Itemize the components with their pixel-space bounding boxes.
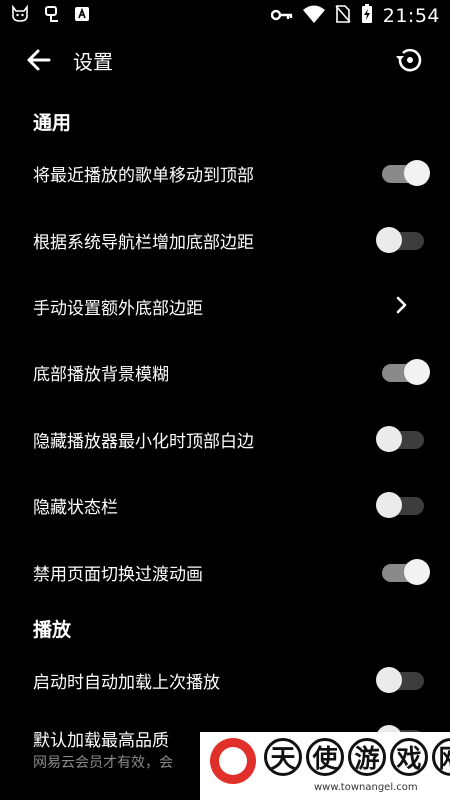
toggle-switch[interactable] [382,160,430,186]
setting-hide-player-white-edge[interactable]: 隐藏播放器最小化时顶部白边 [0,409,450,469]
restore-icon [394,48,426,80]
arrow-left-icon [24,49,54,78]
setting-label: 根据系统导航栏增加底部边距 [33,233,254,253]
setting-label: 手动设置额外底部边距 [33,299,203,319]
clock-time: 21:54 [382,5,440,27]
watermark-char: 网 [432,738,450,776]
toggle-thumb [376,667,402,693]
watermark-logo: 天 使 游 戏 网 www.townangel.com [200,732,450,800]
cat-icon [10,4,30,28]
restore-settings-button[interactable] [394,44,426,76]
watermark-char: 使 [306,738,344,776]
chevron-right-icon [394,294,410,316]
toggle-switch[interactable] [376,227,424,253]
wifi-icon [302,5,325,27]
setting-bottom-player-blur[interactable]: 底部播放背景模糊 [0,342,450,402]
watermark-char: 游 [348,738,386,776]
text-a-icon [74,6,90,26]
toggle-switch[interactable] [376,426,424,452]
toggle-thumb [404,559,430,585]
back-button[interactable] [24,46,54,74]
app-bar: 设置 [0,34,450,86]
toggle-switch[interactable] [376,667,424,693]
no-sim-icon [335,5,351,27]
key-icon [270,7,293,26]
setting-label: 默认加载最高品质 [33,731,169,751]
setting-label: 将最近播放的歌单移动到顶部 [33,166,254,186]
bug-icon [42,4,62,28]
watermark-char: 天 [264,738,302,776]
setting-label: 启动时自动加载上次播放 [33,673,220,693]
toggle-thumb [404,359,430,385]
watermark-url: www.townangel.com [314,782,418,793]
battery-charging-icon [361,4,373,28]
toggle-switch[interactable] [382,359,430,385]
setting-autoload-last-playback[interactable]: 启动时自动加载上次播放 [0,650,450,710]
toggle-thumb [376,426,402,452]
watermark-emblem-icon [210,738,256,784]
setting-hide-status-bar[interactable]: 隐藏状态栏 [0,475,450,535]
setting-disable-page-transition[interactable]: 禁用页面切换过渡动画 [0,542,450,602]
section-title-general: 通用 [33,112,72,134]
toggle-thumb [376,227,402,253]
toggle-switch[interactable] [376,492,424,518]
toggle-switch[interactable] [382,559,430,585]
toggle-thumb [376,492,402,518]
setting-sublabel: 网易云会员才有效，会 [33,755,173,771]
page-title: 设置 [73,50,113,74]
watermark-char: 戏 [390,738,428,776]
setting-manual-bottom-margin[interactable]: 手动设置额外底部边距 [0,276,450,336]
setting-move-recent-playlist[interactable]: 将最近播放的歌单移动到顶部 [0,143,450,203]
toggle-thumb [404,160,430,186]
setting-label: 禁用页面切换过渡动画 [33,565,203,585]
setting-navbar-bottom-margin[interactable]: 根据系统导航栏增加底部边距 [0,210,450,270]
setting-label: 隐藏播放器最小化时顶部白边 [33,432,254,452]
section-title-playback: 播放 [33,619,72,641]
setting-label: 隐藏状态栏 [33,498,118,518]
status-bar: 21:54 [0,0,450,34]
setting-label: 底部播放背景模糊 [33,365,169,385]
